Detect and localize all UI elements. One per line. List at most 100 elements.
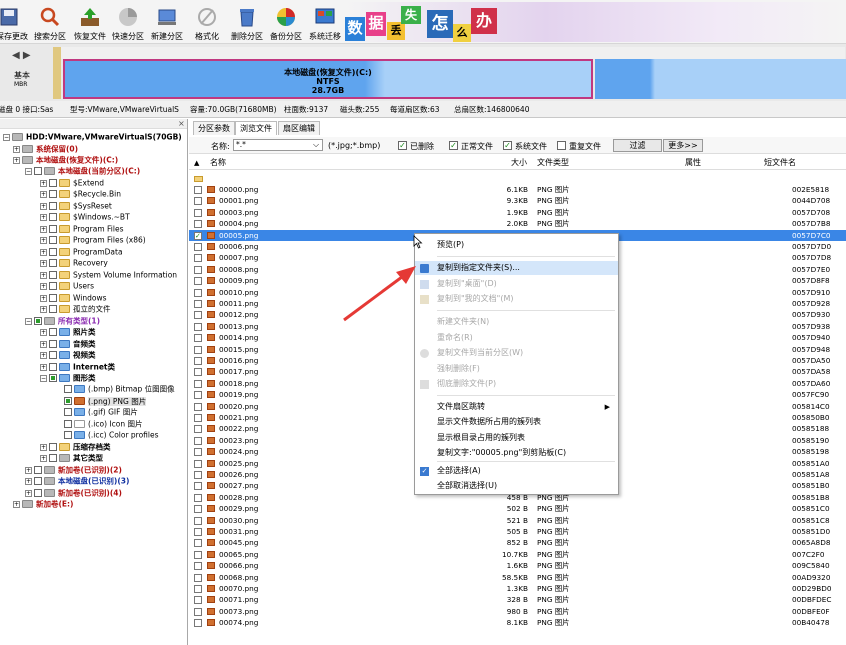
table-row[interactable]: 00003.png 1.9KB PNG 图片 0057D708 xyxy=(189,207,846,218)
row-checkbox[interactable] xyxy=(194,436,202,445)
table-row[interactable]: 00066.png 1.6KB PNG 图片 009C5840 xyxy=(189,560,846,571)
menu-rename[interactable]: 重命名(R) xyxy=(415,331,618,345)
tree-node[interactable]: + ProgramData xyxy=(40,246,123,257)
row-checkbox[interactable] xyxy=(194,596,202,605)
filter-button[interactable]: 过滤 xyxy=(613,139,662,152)
row-checkbox[interactable] xyxy=(194,379,202,388)
tree-node[interactable]: (.gif) GIF 图片 xyxy=(64,406,138,417)
table-row[interactable]: 00045.png 852 B PNG 图片 0065A8D8 xyxy=(189,537,846,548)
row-checkbox[interactable] xyxy=(194,505,202,514)
table-row[interactable]: 00004.png 2.0KB PNG 图片 0057D7B8 xyxy=(189,218,846,229)
tree-node[interactable]: + 本地磁盘(已识别)(3) xyxy=(25,475,129,486)
tree-node[interactable]: + 照片类 xyxy=(40,326,96,337)
tree-node[interactable]: − 图形类 xyxy=(40,372,96,383)
tree-node[interactable]: + $Recycle.Bin xyxy=(40,188,121,199)
menu-deselect-all[interactable]: 全部取消选择(U) xyxy=(415,479,618,493)
tree-node[interactable]: + 系统保留(0) xyxy=(13,143,78,154)
row-checkbox[interactable] xyxy=(194,300,202,308)
row-checkbox[interactable] xyxy=(194,345,202,354)
table-row[interactable]: 00068.png 58.5KB PNG 图片 00AD9320 xyxy=(189,572,846,583)
menu-show-root-clusters[interactable]: 显示根目录占用的簇列表 xyxy=(415,431,618,445)
row-checkbox[interactable] xyxy=(194,391,202,400)
backup-partition-button[interactable]: 备份分区 xyxy=(267,0,305,44)
row-checkbox[interactable] xyxy=(194,585,202,593)
quick-partition-button[interactable]: 快速分区 xyxy=(110,0,146,44)
more-button[interactable]: 更多>> xyxy=(663,139,703,152)
tree-node[interactable]: + Program Files (x86) xyxy=(40,234,146,245)
disk-nav-arrows[interactable]: ◀ ▶ xyxy=(12,50,31,61)
menu-wipe-file[interactable]: 彻底删除文件(P) xyxy=(415,377,618,391)
row-checkbox[interactable] xyxy=(194,254,202,263)
row-checkbox[interactable]: ✓ xyxy=(194,231,202,240)
row-checkbox[interactable] xyxy=(194,402,202,411)
tree-node[interactable]: − 所有类型(1) xyxy=(25,315,100,326)
system-migrate-button[interactable]: 系统迁移 xyxy=(306,0,344,44)
tree-node[interactable]: + Windows xyxy=(40,292,106,303)
tree-node[interactable]: + 孤立的文件 xyxy=(40,303,111,314)
recover-file-button[interactable]: 恢复文件 xyxy=(71,0,109,44)
menu-preview[interactable]: 预览(P) xyxy=(415,238,618,252)
row-checkbox[interactable] xyxy=(194,186,202,194)
row-checkbox[interactable] xyxy=(194,277,202,286)
row-checkbox[interactable] xyxy=(194,528,202,536)
row-checkbox[interactable] xyxy=(194,550,202,559)
menu-force-delete[interactable]: 强制删除(F) xyxy=(415,362,618,376)
row-checkbox[interactable] xyxy=(194,448,202,457)
col-name[interactable]: 名称 xyxy=(210,156,226,170)
col-type[interactable]: 文件类型 xyxy=(537,156,569,170)
normal-checkbox[interactable]: ✓ xyxy=(449,141,458,150)
tree-node[interactable]: + $Windows.~BT xyxy=(40,211,130,222)
promo-banner[interactable]: 数 据 丢 失 怎 么 办 xyxy=(345,2,846,42)
name-filter-input[interactable]: *.* xyxy=(233,139,323,151)
menu-copy-to-documents[interactable]: 复制到"我的文档"(M) xyxy=(415,292,618,306)
col-short-name[interactable]: 短文件名 xyxy=(764,156,796,170)
tree-node[interactable]: (.icc) Color profiles xyxy=(64,429,159,440)
reserved-partition-block[interactable] xyxy=(53,47,61,99)
menu-show-cluster-list[interactable]: 显示文件数据所占用的簇列表 xyxy=(415,415,618,429)
row-checkbox[interactable] xyxy=(194,425,202,434)
tree-node[interactable]: + System Volume Information xyxy=(40,269,177,280)
row-checkbox[interactable] xyxy=(194,265,202,274)
table-row[interactable]: 00000.png 6.1KB PNG 图片 002E5818 xyxy=(189,184,846,195)
row-checkbox[interactable] xyxy=(194,208,202,217)
menu-copy-to-partition[interactable]: 复制文件到当前分区(W) xyxy=(415,346,618,360)
tab-partition-params[interactable]: 分区参数 xyxy=(193,121,235,135)
row-checkbox[interactable] xyxy=(194,471,202,479)
chevron-down-icon[interactable]: ⌵ xyxy=(313,140,319,150)
table-row[interactable]: 00029.png 502 B PNG 图片 005851C0 xyxy=(189,503,846,514)
tree-node[interactable]: + $Extend xyxy=(40,177,104,188)
tree-node[interactable]: + 音频类 xyxy=(40,338,96,349)
menu-copy-to-desktop[interactable]: 复制到"桌面"(D) xyxy=(415,277,618,291)
row-checkbox[interactable] xyxy=(194,243,202,251)
tree-node[interactable]: + Program Files xyxy=(40,223,124,234)
delete-partition-button[interactable]: 删除分区 xyxy=(228,0,266,44)
row-checkbox[interactable] xyxy=(194,516,202,525)
row-checkbox[interactable] xyxy=(194,607,202,616)
tree-node[interactable]: + 新加卷(已识别)(2) xyxy=(25,464,122,475)
row-checkbox[interactable] xyxy=(194,220,202,229)
row-checkbox[interactable] xyxy=(194,493,202,502)
tree-node[interactable]: + $SysReset xyxy=(40,200,112,211)
menu-copy-text[interactable]: 复制文字:"00005.png"到剪贴板(C) xyxy=(415,446,618,460)
search-partition-button[interactable]: 搜索分区 xyxy=(31,0,69,44)
row-checkbox[interactable] xyxy=(194,619,202,628)
table-row[interactable]: 00031.png 505 B PNG 图片 005851D0 xyxy=(189,526,846,537)
row-checkbox[interactable] xyxy=(194,573,202,582)
table-row[interactable]: 00071.png 328 B PNG 图片 00DBFDEC xyxy=(189,594,846,605)
row-checkbox[interactable] xyxy=(194,368,202,377)
col-attr[interactable]: 属性 xyxy=(685,156,701,170)
menu-select-all[interactable]: ✓ 全部选择(A) xyxy=(415,464,618,478)
row-checkbox[interactable] xyxy=(194,288,202,297)
partition-other-block[interactable] xyxy=(595,59,846,99)
tree-node-root[interactable]: − HDD:VMware,VMwareVirtualS(70GB) xyxy=(3,131,182,142)
row-checkbox[interactable] xyxy=(194,334,202,343)
save-button[interactable]: 保存更改 xyxy=(0,0,28,44)
tree-node[interactable]: + 本地磁盘(恢复文件)(C:) xyxy=(13,154,118,165)
tab-browse-files[interactable]: 浏览文件 xyxy=(235,121,277,135)
row-checkbox[interactable] xyxy=(194,562,202,571)
tree-node[interactable]: + Internet类 xyxy=(40,361,115,372)
table-row[interactable]: 00030.png 521 B PNG 图片 005851C8 xyxy=(189,515,846,526)
tree-node[interactable]: (.bmp) Bitmap 位图图像 xyxy=(64,383,175,394)
row-checkbox[interactable] xyxy=(194,197,202,206)
menu-sector-jump[interactable]: 文件扇区跳转 ▶ xyxy=(415,400,618,414)
